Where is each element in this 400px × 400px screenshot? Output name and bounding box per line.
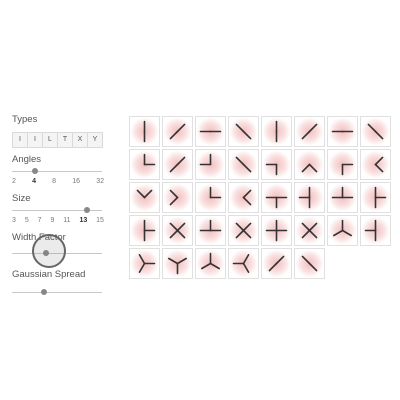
size-tick-1: 5: [24, 217, 29, 224]
kernel-tile: [228, 248, 259, 279]
kernel-tile: [162, 215, 193, 246]
size-tick-2: 7: [37, 217, 42, 224]
kernel-tile: [162, 116, 193, 147]
kernel-tile: [129, 116, 160, 147]
angles-tick-4: 32: [96, 178, 104, 185]
kernel-tile: [261, 149, 292, 180]
kernel-tile: [294, 182, 325, 213]
types-segmented-control: IILTXY: [12, 132, 103, 148]
kernel-tile: [228, 182, 259, 213]
size-tick-0: 3: [12, 217, 16, 224]
kernel-tile: [195, 215, 226, 246]
types-option-1[interactable]: I: [27, 132, 43, 148]
kernel-tile: [327, 116, 358, 147]
kernel-tile: [195, 248, 226, 279]
angles-label: Angles: [12, 154, 42, 165]
angles-slider-track[interactable]: [12, 171, 102, 172]
size-label: Size: [12, 193, 31, 204]
kernel-tile: [294, 248, 325, 279]
kernel-tile: [261, 116, 292, 147]
size-tick-5: 13: [79, 217, 88, 224]
kernel-tile: [162, 149, 193, 180]
kernel-tile: [261, 248, 292, 279]
kernel-tile: [195, 116, 226, 147]
kernel-tile: [129, 182, 160, 213]
types-option-4[interactable]: X: [72, 132, 88, 148]
types-option-2[interactable]: L: [42, 132, 58, 148]
kernel-tile: [261, 215, 292, 246]
kernel-tile: [195, 182, 226, 213]
types-option-0[interactable]: I: [12, 132, 28, 148]
kernel-tile: [294, 149, 325, 180]
kernel-tile: [261, 182, 292, 213]
kernel-tile: [129, 215, 160, 246]
types-label: Types: [12, 114, 38, 125]
size-slider-thumb[interactable]: [83, 207, 90, 213]
kernel-tile: [228, 116, 259, 147]
types-option-5[interactable]: Y: [87, 132, 103, 148]
kernel-tile: [294, 116, 325, 147]
kernel-tile: [228, 149, 259, 180]
kernel-tile: [162, 182, 193, 213]
kernel-tile: [294, 215, 325, 246]
kernel-tile: [162, 248, 193, 279]
angles-tick-3: 16: [72, 178, 81, 185]
gaussian-spread-slider-track[interactable]: [12, 292, 102, 293]
types-option-3[interactable]: T: [57, 132, 73, 148]
kernel-tile: [327, 149, 358, 180]
kernel-tile: [360, 215, 391, 246]
kernel-tile: [228, 215, 259, 246]
angles-tick-labels: 2 4 8 16 32: [12, 178, 104, 185]
angles-slider-thumb[interactable]: [31, 168, 38, 174]
gaussian-spread-label: Gaussian Spread: [12, 269, 86, 280]
kernel-tile: [327, 182, 358, 213]
size-tick-6: 15: [96, 217, 104, 224]
kernel-tile: [360, 149, 391, 180]
size-tick-4: 11: [63, 217, 71, 224]
kernel-tile: [360, 116, 391, 147]
pointer-cursor-icon: [32, 234, 66, 268]
kernel-tile: [129, 248, 160, 279]
gaussian-spread-slider-thumb[interactable]: [41, 289, 48, 295]
angles-tick-1: 4: [32, 178, 36, 185]
kernel-tile: [360, 182, 391, 213]
angles-tick-2: 8: [52, 178, 57, 185]
kernel-tile: [195, 149, 226, 180]
angles-tick-0: 2: [12, 178, 16, 185]
kernel-tile: [327, 215, 358, 246]
size-tick-labels: 3 5 7 9 11 13 15: [12, 217, 104, 224]
kernel-tile: [129, 149, 160, 180]
size-tick-3: 9: [50, 217, 55, 224]
